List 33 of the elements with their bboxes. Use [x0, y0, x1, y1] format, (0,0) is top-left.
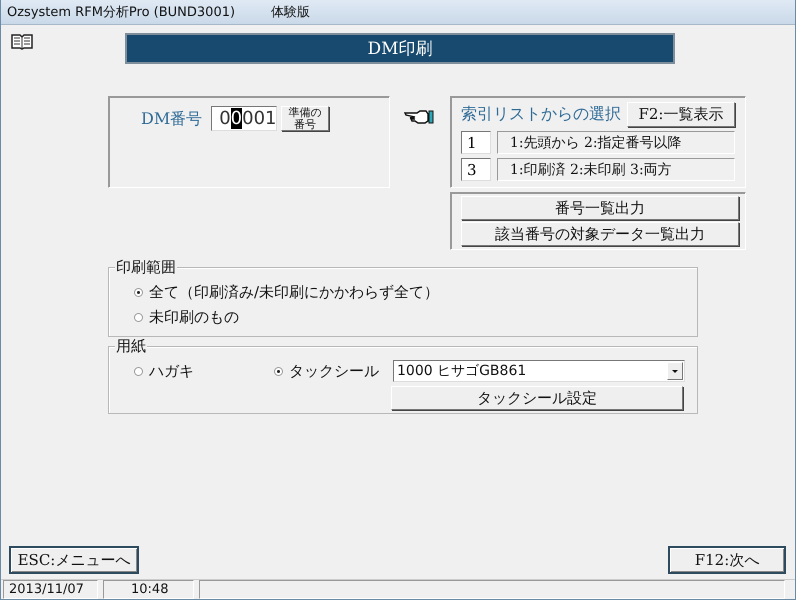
output-button[interactable]: 該当番号の対象データ一覧出力: [461, 222, 739, 246]
label-settings-button[interactable]: タックシール設定: [391, 386, 683, 410]
status-date: 2013/11/07: [3, 580, 98, 599]
dm-number-label: DM番号: [141, 109, 202, 130]
option-input[interactable]: 3: [461, 158, 491, 181]
dm-number-field[interactable]: 00001: [211, 106, 278, 131]
radio-button[interactable]: [134, 288, 143, 297]
page-header: DM印刷: [125, 33, 675, 64]
index-select-label: 索引リストからの選択: [461, 104, 621, 125]
option-description: 1:印刷済 2:未印刷 3:両方: [496, 158, 735, 181]
dropdown-arrow-icon: [672, 370, 678, 372]
option-description: 1:先頭から 2:指定番号以降: [496, 131, 735, 154]
label-type-dropdown[interactable]: 1000 ヒサゴGB861: [393, 360, 685, 382]
radio-label: 未印刷のもの: [149, 308, 239, 327]
radio-button[interactable]: [134, 366, 143, 376]
option-input[interactable]: 1: [461, 131, 491, 154]
next-button[interactable]: F12:次へ: [668, 546, 786, 574]
radio-label: 全て（印刷済み/未印刷にかかわらず全て）: [149, 283, 440, 302]
edition-label: 体験版: [271, 4, 310, 21]
radio-label: タックシール: [289, 362, 379, 380]
pointing-hand-icon: [404, 109, 436, 125]
group-title: 印刷範囲: [115, 258, 177, 277]
radio-label: ハガキ: [149, 362, 194, 380]
menu-button[interactable]: ESC:メニューへ: [9, 546, 139, 574]
book-icon: [11, 33, 33, 50]
radio-button[interactable]: [274, 366, 283, 376]
status-time: 10:48: [103, 580, 194, 599]
list-display-button[interactable]: F2:一覧表示: [627, 102, 735, 127]
output-button[interactable]: 番号一覧出力: [461, 196, 739, 220]
prepared-number-button[interactable]: 準備の 番号: [281, 106, 330, 131]
radio-button[interactable]: [134, 313, 143, 322]
window-title: Ozsystem RFM分析Pro (BUND3001): [7, 4, 236, 21]
group-title: 用紙: [115, 337, 147, 356]
